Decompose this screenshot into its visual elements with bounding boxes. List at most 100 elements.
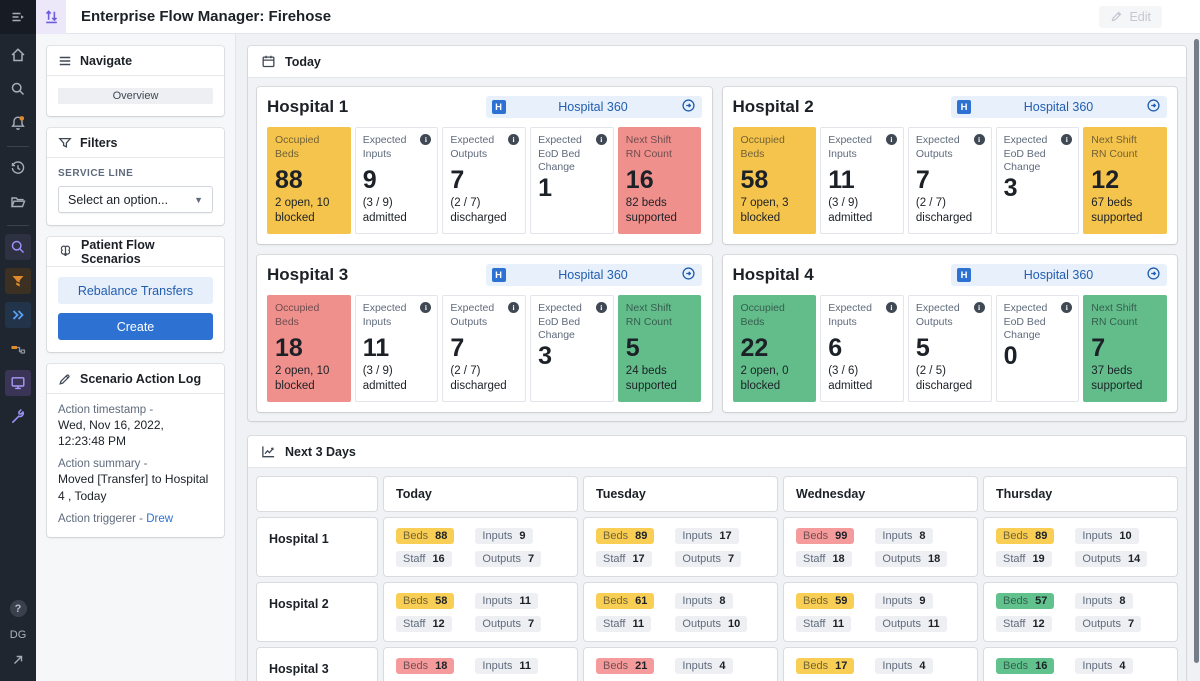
open-external-icon[interactable] — [5, 647, 31, 673]
metric-value: 7 — [1091, 335, 1159, 361]
user-avatar[interactable]: DG — [10, 629, 27, 641]
forecast-table: TodayTuesdayWednesdayThursdayHospital 1B… — [248, 468, 1186, 681]
badge-value: 11 — [928, 618, 940, 630]
info-icon[interactable]: i — [596, 134, 607, 145]
metric-value: 7 — [916, 167, 984, 193]
folder-icon[interactable] — [5, 189, 31, 215]
badge-label: Staff — [603, 553, 625, 565]
triggerer-user-link[interactable]: Drew — [146, 513, 173, 525]
badge-value: 89 — [1035, 530, 1047, 542]
forecast-badge-beds: Beds88 — [396, 528, 454, 544]
rebalance-transfers-button[interactable]: Rebalance Transfers — [58, 277, 213, 304]
metric-label: Occupied Beds — [275, 134, 343, 167]
badge-value: 18 — [435, 660, 447, 672]
badge-value: 4 — [919, 660, 925, 672]
forecast-hospital-name: Hospital 3 — [257, 648, 377, 681]
info-icon[interactable]: i — [596, 302, 607, 313]
navigate-card: Navigate Overview — [47, 46, 224, 116]
metric-tile: Expected Inputsi9(3 / 9) admitted — [355, 127, 439, 234]
hospital-card-header: Hospital 2HHospital 360 — [733, 96, 1168, 118]
forecast-badge-inputs: Inputs9 — [875, 593, 932, 609]
metric-value: 7 — [450, 335, 518, 361]
hospital-360-button[interactable]: HHospital 360 — [951, 96, 1167, 118]
timestamp-value: Wed, Nov 16, 2022, 12:23:48 PM — [58, 417, 213, 449]
badge-label: Staff — [803, 618, 825, 630]
hospital-card-header: Hospital 4 HHospital 360 — [733, 264, 1168, 286]
forecast-day-cell: Beds89Staff17Inputs17Outputs7 — [584, 518, 777, 576]
metric-tile: Expected Outputsi7(2 / 7) discharged — [908, 127, 992, 234]
hospital-name: Hospital 3 — [267, 265, 348, 285]
badge-label: Beds — [403, 660, 428, 672]
metric-label: Next Shift RN Count — [626, 134, 694, 167]
badge-label: Inputs — [1082, 595, 1112, 607]
scrollbar-thumb[interactable] — [1194, 39, 1199, 663]
badge-value: 17 — [719, 530, 731, 542]
metric-tile: Next Shift RN Count524 beds supported — [618, 295, 702, 402]
badge-label: Beds — [1003, 660, 1028, 672]
home-icon[interactable] — [5, 42, 31, 68]
badge-label: Outputs — [882, 618, 921, 630]
forecast-badge-beds: Beds21 — [596, 658, 654, 674]
metric-value: 3 — [1004, 175, 1072, 201]
object-explorer-icon[interactable] — [5, 234, 31, 260]
metric-value: 5 — [916, 335, 984, 361]
badge-value: 4 — [1119, 660, 1125, 672]
double-chevron-right-icon[interactable] — [5, 302, 31, 328]
info-icon[interactable]: i — [974, 302, 985, 313]
metric-tile: Expected Inputsi11(3 / 9) admitted — [820, 127, 904, 234]
forecast-day-cell: Beds99Staff18Inputs8Outputs18 — [784, 518, 977, 576]
metric-tile: Expected Outputsi7(2 / 7) discharged — [442, 295, 526, 402]
app-transfer-icon[interactable] — [36, 0, 66, 34]
pencil-icon — [1110, 10, 1123, 23]
filter-icon — [58, 136, 72, 150]
metric-tiles-row: Occupied Beds182 open, 10 blockedExpecte… — [267, 295, 702, 402]
forecast-badge-inputs: Inputs4 — [675, 658, 732, 674]
hospital-name: Hospital 4 — [733, 265, 814, 285]
filter-app-icon[interactable] — [5, 268, 31, 294]
search-icon[interactable] — [5, 76, 31, 102]
top-bar: Enterprise Flow Manager: Firehose Edit — [36, 0, 1200, 34]
summary-value: Moved [Transfer] to Hospital 4 , Today — [58, 471, 213, 503]
badge-value: 99 — [835, 530, 847, 542]
hospital-360-button[interactable]: HHospital 360 — [951, 264, 1167, 286]
info-icon[interactable]: i — [886, 134, 897, 145]
badge-value: 10 — [1119, 530, 1131, 542]
metric-value: 6 — [828, 335, 896, 361]
notifications-bell-icon[interactable] — [5, 110, 31, 136]
today-section: Today Hospital 1HHospital 360Occupied Be… — [248, 46, 1186, 421]
badge-label: Staff — [403, 553, 425, 565]
forecast-day-cell: Beds61Staff11Inputs8Outputs10 — [584, 583, 777, 641]
help-icon[interactable]: ? — [10, 600, 27, 617]
scenarios-body: Rebalance Transfers Create — [47, 267, 224, 352]
hospital-360-label: Hospital 360 — [558, 268, 628, 282]
hospital-card: Hospital 3 HHospital 360 Occupied Beds182 … — [257, 255, 712, 412]
info-icon[interactable]: i — [886, 302, 897, 313]
forecast-day-cell: Beds17Staff6Inputs4Outputs5 — [784, 648, 977, 681]
badge-label: Outputs — [882, 553, 921, 565]
wrench-icon[interactable] — [5, 404, 31, 430]
brain-icon — [58, 244, 73, 259]
info-icon[interactable]: i — [974, 134, 985, 145]
dashboard-board: Today Hospital 1HHospital 360Occupied Be… — [236, 34, 1200, 681]
badge-value: 17 — [632, 553, 644, 565]
hospital-card: Hospital 2HHospital 360Occupied Beds587 … — [723, 87, 1178, 244]
history-icon[interactable] — [5, 155, 31, 181]
metric-value: 88 — [275, 167, 343, 193]
menu-expand-icon[interactable] — [5, 4, 31, 30]
metric-label: Occupied Beds — [741, 302, 809, 335]
metric-tile: Expected Outputsi7(2 / 7) discharged — [442, 127, 526, 234]
rail-divider — [7, 146, 29, 147]
edit-button[interactable]: Edit — [1099, 6, 1162, 28]
hospital-360-button[interactable]: HHospital 360 — [486, 264, 702, 286]
forecast-badge-outputs: Outputs7 — [475, 616, 541, 632]
create-button[interactable]: Create — [58, 313, 213, 340]
hospital-360-button[interactable]: HHospital 360 — [486, 96, 702, 118]
triggerer-line: Action triggerer - Drew — [58, 513, 213, 525]
workshop-monitor-icon[interactable] — [5, 370, 31, 396]
forecast-badge-staff: Staff11 — [796, 616, 851, 632]
lineage-icon[interactable] — [5, 336, 31, 362]
overview-button[interactable]: Overview — [58, 88, 213, 104]
service-line-select[interactable]: Select an option... ▼ — [58, 186, 213, 213]
hospital-grid: Hospital 1HHospital 360Occupied Beds882 … — [248, 78, 1186, 421]
badge-value: 16 — [1035, 660, 1047, 672]
